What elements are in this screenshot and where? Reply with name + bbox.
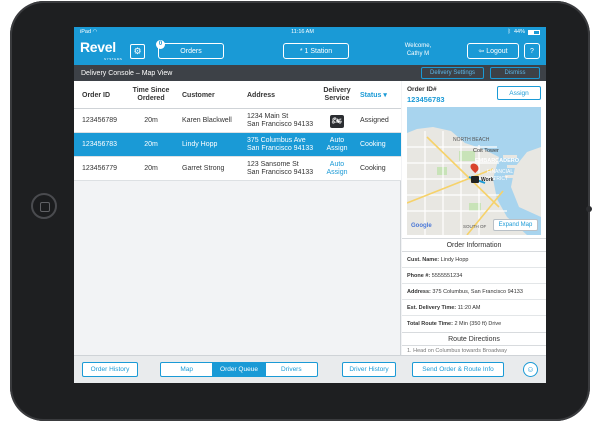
address-cell: 1234 Main St San Francisco 94133: [247, 113, 314, 128]
tablet-frame: iPad ◠ 11:16 AM ᛒ 44% Revel SYSTEMS ⚙ Or…: [10, 1, 592, 421]
home-icon: [471, 176, 479, 183]
address-cell: 375 Columbus Ave San Francisco 94133: [247, 137, 314, 152]
est-delivery-time: Est. Delivery Time: 11:20 AM: [407, 305, 481, 311]
col-service[interactable]: Delivery Service: [318, 81, 356, 109]
home-button[interactable]: [31, 193, 57, 219]
tab-drivers[interactable]: Drivers: [266, 363, 317, 376]
expand-map-button[interactable]: Expand Map: [493, 219, 538, 231]
route-step: 1. Head on Columbus towards Broadway: [407, 348, 507, 354]
route-directions-header: Route Directions: [402, 332, 546, 346]
assign-button[interactable]: Assign: [497, 86, 541, 100]
logout-button[interactable]: ⇦ Logout: [467, 43, 519, 59]
motorcycle-icon: 🏍: [330, 114, 344, 128]
google-logo: Google: [411, 223, 432, 229]
orders-table: Order ID Time Since Ordered Customer Add…: [74, 81, 401, 355]
col-address[interactable]: Address: [247, 81, 275, 109]
bluetooth-icon: ᛒ: [507, 29, 511, 35]
col-time[interactable]: Time Since Ordered: [128, 81, 174, 109]
page-title: Delivery Console – Map View: [81, 69, 173, 77]
device-label: iPad ◠: [80, 29, 98, 35]
auto-assign-link[interactable]: Auto Assign: [318, 133, 356, 157]
auto-assign-link[interactable]: Auto Assign: [318, 157, 356, 181]
app-header: Revel SYSTEMS ⚙ Orders 0 * 1 Station Wel…: [74, 37, 546, 65]
table-row[interactable]: 123456789 20m Karen Blackwell 1234 Main …: [74, 109, 401, 133]
order-history-button[interactable]: Order History: [82, 362, 138, 377]
bottom-toolbar: Order History Map Order Queue Drivers Dr…: [74, 355, 546, 383]
send-route-info-button[interactable]: Send Order & Route Info: [412, 362, 504, 377]
driver-history-button[interactable]: Driver History: [342, 362, 396, 377]
table-row[interactable]: 123456779 20m Garret Strong 123 Sansome …: [74, 157, 401, 181]
tab-order-queue[interactable]: Order Queue: [213, 363, 266, 376]
help-button[interactable]: ?: [524, 43, 540, 59]
orders-badge: 0: [156, 40, 165, 49]
order-detail-panel: Order ID# 123456783 Assign NORTH BEACH C…: [402, 81, 546, 355]
order-id-value: 123456783: [407, 95, 445, 104]
col-order-id[interactable]: Order ID: [82, 81, 110, 109]
delivery-address: Address: 375 Columbus, San Francisco 941…: [407, 289, 523, 295]
total-route-time: Total Route Time: 2 Min (350 ft) Drive: [407, 321, 502, 327]
revel-logo: Revel: [80, 39, 116, 55]
welcome-text: Welcome, Cathy M: [404, 43, 432, 57]
driver-icon[interactable]: ☺: [523, 362, 538, 377]
station-button[interactable]: * 1 Station: [283, 43, 349, 59]
table-header: Order ID Time Since Ordered Customer Add…: [74, 81, 401, 109]
col-status[interactable]: Status ▾: [360, 81, 387, 109]
order-information-header: Order Information: [402, 238, 546, 252]
wifi-icon: ◠: [92, 29, 98, 35]
status-bar: iPad ◠ 11:16 AM ᛒ 44%: [74, 27, 546, 37]
delivery-service-cell: 🏍: [318, 109, 356, 133]
tab-map[interactable]: Map: [161, 363, 214, 376]
console-titlebar: Delivery Console – Map View Delivery Set…: [74, 65, 546, 81]
delivery-map[interactable]: NORTH BEACH Coit Tower EMBARCADERO FINAN…: [407, 107, 541, 235]
logo-subtitle: SYSTEMS: [104, 57, 123, 61]
phone-number: Phone #: 5555551234: [407, 273, 463, 279]
order-id-label: Order ID#: [407, 86, 437, 93]
view-tabs: Map Order Queue Drivers: [160, 362, 318, 377]
clock: 11:16 AM: [291, 29, 314, 35]
battery-status: ᛒ 44%: [508, 29, 540, 35]
app-screen: iPad ◠ 11:16 AM ᛒ 44% Revel SYSTEMS ⚙ Or…: [74, 27, 546, 383]
battery-icon: [528, 29, 540, 35]
camera-icon: [586, 206, 592, 212]
gear-icon[interactable]: ⚙: [130, 44, 145, 59]
dismiss-button[interactable]: Dismiss: [490, 67, 540, 79]
orders-button[interactable]: Orders: [158, 43, 224, 59]
address-cell: 123 Sansome St San Francisco 94133: [247, 161, 314, 176]
logout-icon: ⇦: [478, 48, 485, 55]
col-customer[interactable]: Customer: [182, 81, 215, 109]
table-row-selected[interactable]: 123456783 20m Lindy Hopp 375 Columbus Av…: [74, 133, 401, 157]
delivery-settings-button[interactable]: Delivery Settings: [421, 67, 484, 79]
customer-name: Cust. Name: Lindy Hopp: [407, 257, 469, 263]
